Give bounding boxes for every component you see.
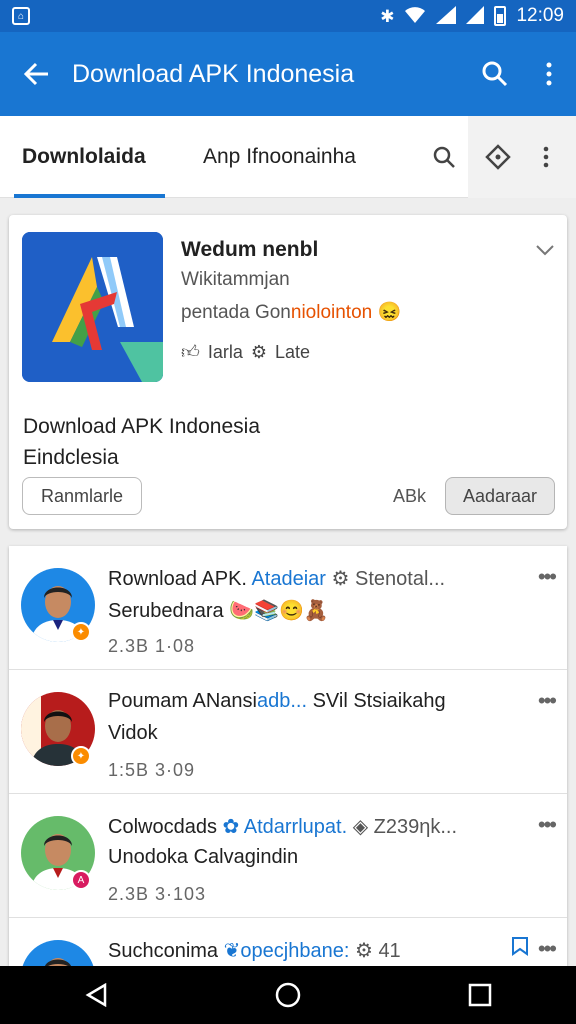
more-vert-icon: [543, 146, 549, 167]
tagline-part: pentada Gon: [181, 302, 291, 323]
title-text: Suchconima: [108, 940, 219, 962]
globe-icon: ⚙: [331, 568, 350, 590]
gear-icon: ⚙: [354, 940, 373, 962]
title-extra: Z239ηk...: [373, 816, 458, 838]
title-extra: Stenotal...: [355, 568, 446, 590]
tab-apps[interactable]: Anp Ifnoonainha: [165, 116, 415, 198]
tab-overflow-button[interactable]: [522, 146, 570, 168]
description-line: Eindclesia: [23, 446, 119, 469]
leaf-icon: ❦: [223, 940, 241, 962]
overflow-menu-button[interactable]: [522, 62, 576, 86]
item-title: Colwocdads ✿ Atdarrlupat. ◈ Z239ηk...: [108, 814, 518, 839]
subtitle-text: Serubednara: [108, 600, 224, 622]
tab-search-button[interactable]: [420, 145, 468, 169]
square-recents-icon: [468, 983, 492, 1007]
title-link[interactable]: Atadeiar: [251, 568, 326, 590]
circle-home-icon: [275, 982, 301, 1008]
title-link[interactable]: Atdarrlupat.: [244, 816, 347, 838]
location-icon: [485, 143, 511, 170]
notification-icon: ⌂: [12, 7, 30, 25]
title-text: Colwocdads: [108, 816, 217, 838]
search-icon: [482, 61, 508, 87]
nav-recents-button[interactable]: [450, 983, 510, 1007]
list-item[interactable]: ✦ Rownload APK. Atadeiar ⚙ Stenotal... S…: [9, 546, 567, 670]
item-meta: 2.3B 3·103: [108, 884, 207, 904]
title-text: Rownload APK.: [108, 568, 247, 590]
description-line: Download APK Indonesia: [23, 415, 260, 438]
item-subtitle: Serubednara 🍉📚😊🧸: [108, 598, 329, 623]
item-title: Suchconima ❦opecjhbane: ⚙ 41: [108, 938, 518, 963]
emoji-icon: 😖: [377, 302, 402, 323]
app-logo: [22, 232, 163, 382]
list-item[interactable]: A Colwocdads ✿ Atdarrlupat. ◈ Z239ηk... …: [9, 794, 567, 918]
location-button[interactable]: [474, 143, 522, 170]
title-extra: 41: [378, 940, 401, 962]
thumbs-up-icon: 👍︎: [181, 342, 200, 362]
search-icon: [433, 146, 455, 168]
arrow-left-icon: [23, 62, 48, 86]
list-item[interactable]: Suchconima ❦opecjhbane: ⚙ 41 •••: [9, 918, 567, 966]
title-link[interactable]: opecjhbane:: [240, 940, 349, 962]
more-horiz-icon[interactable]: •••: [538, 812, 557, 838]
item-meta: 2.3B 1·08: [108, 636, 196, 656]
rating-label: Iarla: [207, 341, 243, 362]
badge-icon: ✦: [71, 622, 91, 642]
bluetooth-icon: ✱: [380, 6, 395, 26]
update-label: Late: [274, 341, 311, 362]
list-item[interactable]: ✦ Poumam ANansiadb... SVil Stsiaikahg Vi…: [9, 670, 567, 794]
system-nav-bar: [0, 966, 576, 1024]
app-bar: Download APK Indonesia: [0, 32, 576, 116]
emoji-icons: 🍉📚😊🧸: [229, 600, 329, 622]
badge-icon: A: [71, 870, 91, 890]
gear-icon: ⚙: [250, 341, 267, 362]
signal-icon: [436, 5, 457, 27]
more-horiz-icon[interactable]: •••: [538, 688, 557, 714]
item-meta: 1:5B 3·09: [108, 760, 196, 780]
item-subtitle: Vidok: [108, 722, 158, 744]
more-horiz-icon[interactable]: •••: [538, 936, 557, 962]
signal-icon-2: [466, 5, 485, 27]
battery-icon: [494, 6, 507, 26]
badge-icon: ✦: [71, 746, 91, 766]
secondary-button[interactable]: Ranmlarle: [22, 477, 142, 515]
app-meta: 👍︎ Iarla ⚙ Late: [181, 341, 310, 363]
item-title: Rownload APK. Atadeiar ⚙ Stenotal...: [108, 566, 518, 591]
chevron-down-icon[interactable]: [535, 239, 555, 262]
title-extra: SVil Stsiaikahg: [312, 690, 446, 712]
back-button[interactable]: [0, 62, 72, 86]
app-developer: Wikitammjan: [181, 269, 290, 290]
app-name: Wedum nenbl: [181, 238, 319, 261]
nav-back-button[interactable]: [66, 983, 126, 1007]
tab-bar: Downlolaida Anp Ifnoonainha: [0, 115, 576, 198]
featured-app-card[interactable]: Wedum nenbl Wikitammjan pentada Gonniolo…: [9, 215, 567, 529]
triangle-back-icon: [85, 983, 107, 1007]
status-bar: ⌂ ✱ 12:09: [0, 0, 576, 32]
app-bar-title: Download APK Indonesia: [72, 59, 355, 88]
size-label: ABk: [393, 486, 427, 506]
app-list: ✦ Rownload APK. Atadeiar ⚙ Stenotal... S…: [9, 546, 567, 966]
avatar: [21, 940, 95, 966]
app-tagline: pentada Gonniolointon 😖: [181, 300, 401, 324]
wifi-icon: [404, 6, 426, 27]
item-title: Poumam ANansiadb... SVil Stsiaikahg: [108, 690, 518, 713]
search-button[interactable]: [468, 61, 522, 87]
more-horiz-icon[interactable]: •••: [538, 564, 557, 590]
title-link[interactable]: adb...: [257, 690, 307, 712]
tab-download[interactable]: Downlolaida: [0, 116, 165, 198]
app-description: Download APK Indonesia Eindclesia: [23, 411, 260, 473]
verified-icon: ✿: [222, 816, 240, 838]
more-vert-icon: [546, 62, 552, 86]
status-time: 12:09: [516, 5, 564, 26]
bookmark-icon[interactable]: [511, 936, 529, 961]
tagline-accent: niolointon: [290, 302, 373, 323]
layers-icon: ◈: [352, 816, 369, 838]
nav-home-button[interactable]: [258, 982, 318, 1008]
install-button[interactable]: Aadaraar: [445, 477, 555, 515]
item-subtitle: Unodoka Calvagindin: [108, 846, 299, 868]
title-text: Poumam ANansi: [108, 690, 257, 712]
